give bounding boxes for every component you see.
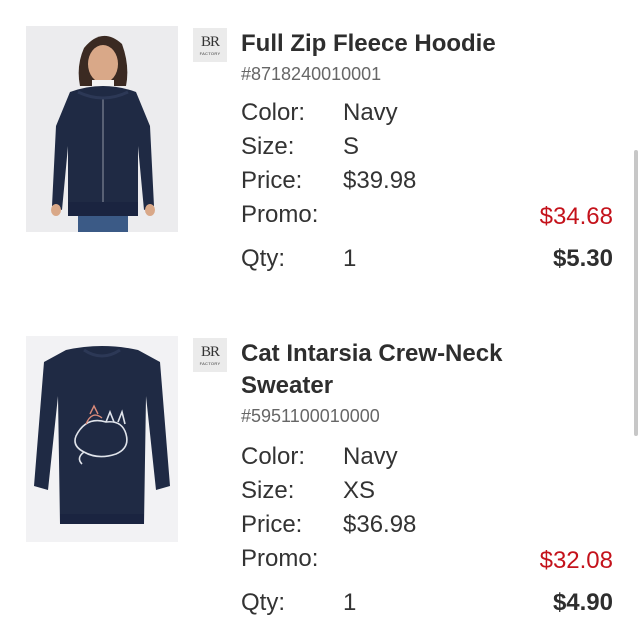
brand-logo-icon: BR FACTORY	[193, 28, 227, 62]
promo-row: Promo: $34.68	[241, 201, 613, 232]
qty-label: Qty:	[241, 589, 286, 616]
color-label: Color:	[241, 99, 306, 126]
promo-price: $34.68	[539, 203, 613, 230]
qty-value[interactable]: 1	[343, 588, 356, 618]
color-row: Color: Navy	[241, 442, 613, 472]
brand-monogram: BR	[200, 33, 220, 50]
size-label: Size:	[241, 133, 295, 160]
brand-subtext: FACTORY	[199, 50, 221, 56]
size-row: Size: XS	[241, 476, 613, 506]
price-value: $36.98	[343, 511, 417, 538]
qty-label: Qty:	[241, 245, 286, 272]
price-label: Price:	[241, 511, 303, 538]
product-title[interactable]: Full Zip Fleece Hoodie	[241, 28, 621, 60]
color-value: Navy	[343, 99, 398, 126]
promo-row: Promo: $32.08	[241, 545, 613, 576]
brand-monogram: BR	[200, 343, 220, 360]
promo-label: Promo:	[241, 201, 319, 228]
size-value: S	[343, 133, 360, 160]
price-row: Price: $39.98	[241, 166, 613, 196]
color-row: Color: Navy	[241, 98, 613, 128]
scrollbar[interactable]	[634, 150, 638, 436]
qty-value[interactable]: 1	[343, 244, 356, 274]
color-value: Navy	[343, 443, 398, 470]
product-title[interactable]: Cat Intarsia Crew-Neck Sweater	[241, 338, 541, 402]
product-image-sweater[interactable]	[26, 336, 178, 542]
promo-label: Promo:	[241, 545, 319, 572]
product-sku: #5951100010000	[241, 406, 380, 426]
hoodie-illustration	[26, 26, 178, 232]
savings-amount: $4.90	[552, 589, 613, 616]
size-label: Size:	[241, 477, 295, 504]
product-image-hoodie[interactable]	[26, 26, 178, 232]
size-value: XS	[343, 477, 376, 504]
savings-amount: $5.30	[552, 245, 613, 272]
promo-price: $32.08	[539, 547, 613, 574]
sweater-illustration	[26, 336, 178, 542]
qty-row: Qty: 1 $5.30	[241, 244, 613, 274]
price-label: Price:	[241, 167, 303, 194]
brand-subtext: FACTORY	[199, 360, 221, 366]
color-label: Color:	[241, 443, 306, 470]
qty-row: Qty: 1 $4.90	[241, 588, 613, 618]
product-sku: #8718240010001	[241, 64, 382, 84]
brand-logo-icon: BR FACTORY	[193, 338, 227, 372]
cart-page: BR FACTORY Full Zip Fleece Hoodie #87182…	[0, 0, 640, 640]
size-row: Size: S	[241, 132, 613, 162]
price-value: $39.98	[343, 167, 417, 194]
price-row: Price: $36.98	[241, 510, 613, 540]
